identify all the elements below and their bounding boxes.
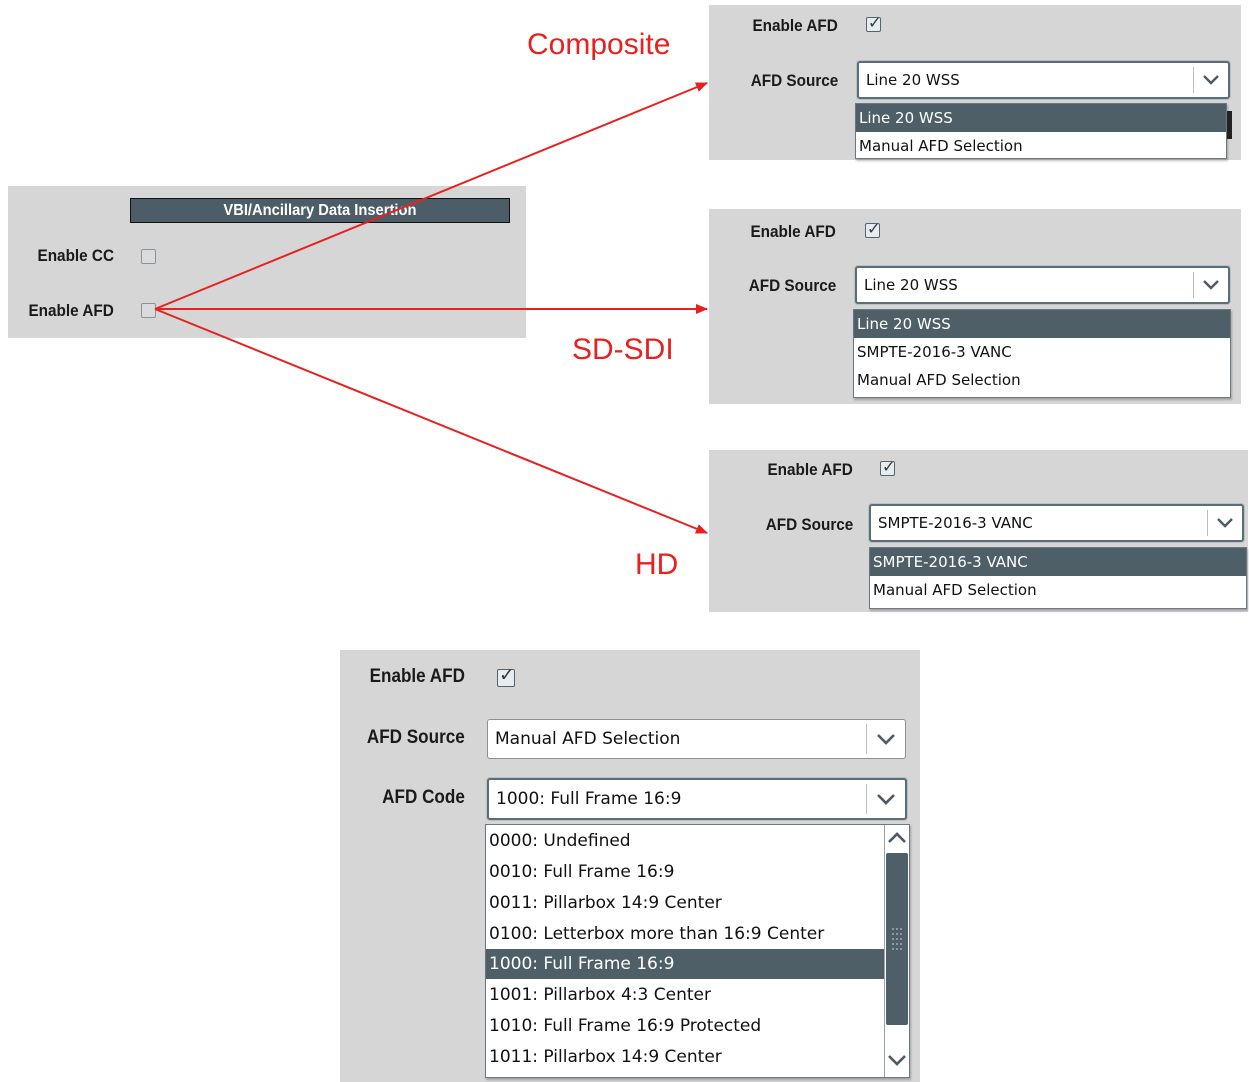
manual-afd-source-select[interactable]: Manual AFD Selection (487, 719, 906, 759)
vbi-panel-header: VBI/Ancillary Data Insertion (130, 198, 510, 223)
hd-afd-source-label: AFD Source (765, 515, 853, 534)
check-icon: ✓ (868, 13, 882, 32)
manual-option-1000[interactable]: 1000: Full Frame 16:9 (486, 949, 885, 979)
chevron-down-icon[interactable] (866, 784, 905, 814)
manual-afd-source-value: Manual AFD Selection (495, 729, 681, 749)
annotation-sdsdi: SD-SDI (572, 333, 674, 366)
chevron-up-icon[interactable] (888, 831, 906, 849)
chevron-down-icon[interactable] (888, 1053, 906, 1071)
manual-afd-code-value: 1000: Full Frame 16:9 (496, 789, 682, 809)
annotation-hd: HD (635, 548, 679, 581)
scrollbar-thumb[interactable] (886, 853, 908, 1025)
sdsdi-afd-source-value: Line 20 WSS (864, 276, 958, 294)
chevron-down-icon[interactable] (1193, 272, 1228, 298)
sdsdi-option-line20wss[interactable]: Line 20 WSS (854, 310, 1230, 338)
manual-afd-source-label: AFD Source (367, 727, 465, 748)
enable-cc-checkbox[interactable] (141, 249, 156, 264)
manual-afd-code-select[interactable]: 1000: Full Frame 16:9 (487, 778, 907, 820)
hd-afd-source-value: SMPTE-2016-3 VANC (878, 514, 1033, 532)
chevron-down-icon[interactable] (866, 724, 905, 754)
grip-icon (892, 928, 902, 950)
composite-enable-afd-checkbox[interactable]: ✓ (866, 13, 882, 32)
sdsdi-option-manual[interactable]: Manual AFD Selection (854, 366, 1230, 394)
sdsdi-afd-source-label: AFD Source (748, 276, 836, 295)
enable-afd-label: Enable AFD (28, 301, 114, 320)
composite-afd-source-select[interactable]: Line 20 WSS (857, 61, 1230, 99)
manual-dropdown-scrollbar[interactable] (884, 825, 909, 1077)
hd-enable-afd-checkbox[interactable]: ✓ (880, 457, 896, 476)
manual-option-1001[interactable]: 1001: Pillarbox 4:3 Center (486, 979, 885, 1010)
hd-afd-source-dropdown: SMPTE-2016-3 VANC Manual AFD Selection (869, 547, 1247, 609)
enable-cc-label: Enable CC (37, 246, 114, 265)
chevron-down-icon[interactable] (1207, 510, 1242, 536)
manual-afd-code-dropdown: 0000: Undefined 0010: Full Frame 16:9 00… (485, 824, 910, 1078)
sdsdi-afd-source-select[interactable]: Line 20 WSS (855, 266, 1230, 304)
composite-option-manual[interactable]: Manual AFD Selection (856, 132, 1226, 160)
enable-afd-checkbox[interactable] (141, 303, 156, 318)
vbi-panel-header-label: VBI/Ancillary Data Insertion (223, 201, 417, 219)
manual-afd-code-label: AFD Code (382, 787, 465, 808)
manual-option-1011[interactable]: 1011: Pillarbox 14:9 Center (486, 1041, 885, 1072)
check-icon: ✓ (882, 457, 896, 476)
composite-afd-source-dropdown: Line 20 WSS Manual AFD Selection (855, 103, 1227, 159)
check-icon: ✓ (499, 664, 515, 686)
composite-option-line20wss[interactable]: Line 20 WSS (856, 104, 1226, 132)
composite-afd-source-label: AFD Source (750, 71, 838, 90)
hd-option-smpte[interactable]: SMPTE-2016-3 VANC (870, 548, 1246, 576)
manual-enable-afd-label: Enable AFD (369, 666, 465, 687)
sdsdi-enable-afd-label: Enable AFD (750, 222, 836, 241)
hd-afd-source-select[interactable]: SMPTE-2016-3 VANC (869, 504, 1244, 542)
manual-option-1010[interactable]: 1010: Full Frame 16:9 Protected (486, 1010, 885, 1041)
sdsdi-option-smpte[interactable]: SMPTE-2016-3 VANC (854, 338, 1230, 366)
sdsdi-enable-afd-checkbox[interactable]: ✓ (865, 219, 881, 238)
manual-enable-afd-checkbox[interactable]: ✓ (497, 664, 515, 687)
composite-enable-afd-label: Enable AFD (752, 16, 838, 35)
manual-option-0011[interactable]: 0011: Pillarbox 14:9 Center (486, 887, 885, 918)
composite-divider (1227, 111, 1232, 139)
manual-option-0010[interactable]: 0010: Full Frame 16:9 (486, 856, 885, 887)
annotation-composite: Composite (527, 28, 671, 61)
check-icon: ✓ (867, 219, 881, 238)
hd-enable-afd-label: Enable AFD (767, 460, 853, 479)
manual-option-0100[interactable]: 0100: Letterbox more than 16:9 Center (486, 918, 885, 949)
sdsdi-afd-source-dropdown: Line 20 WSS SMPTE-2016-3 VANC Manual AFD… (853, 309, 1231, 398)
composite-afd-source-value: Line 20 WSS (866, 71, 960, 89)
chevron-down-icon[interactable] (1193, 67, 1228, 93)
manual-option-0000[interactable]: 0000: Undefined (486, 825, 885, 856)
hd-option-manual[interactable]: Manual AFD Selection (870, 576, 1246, 604)
